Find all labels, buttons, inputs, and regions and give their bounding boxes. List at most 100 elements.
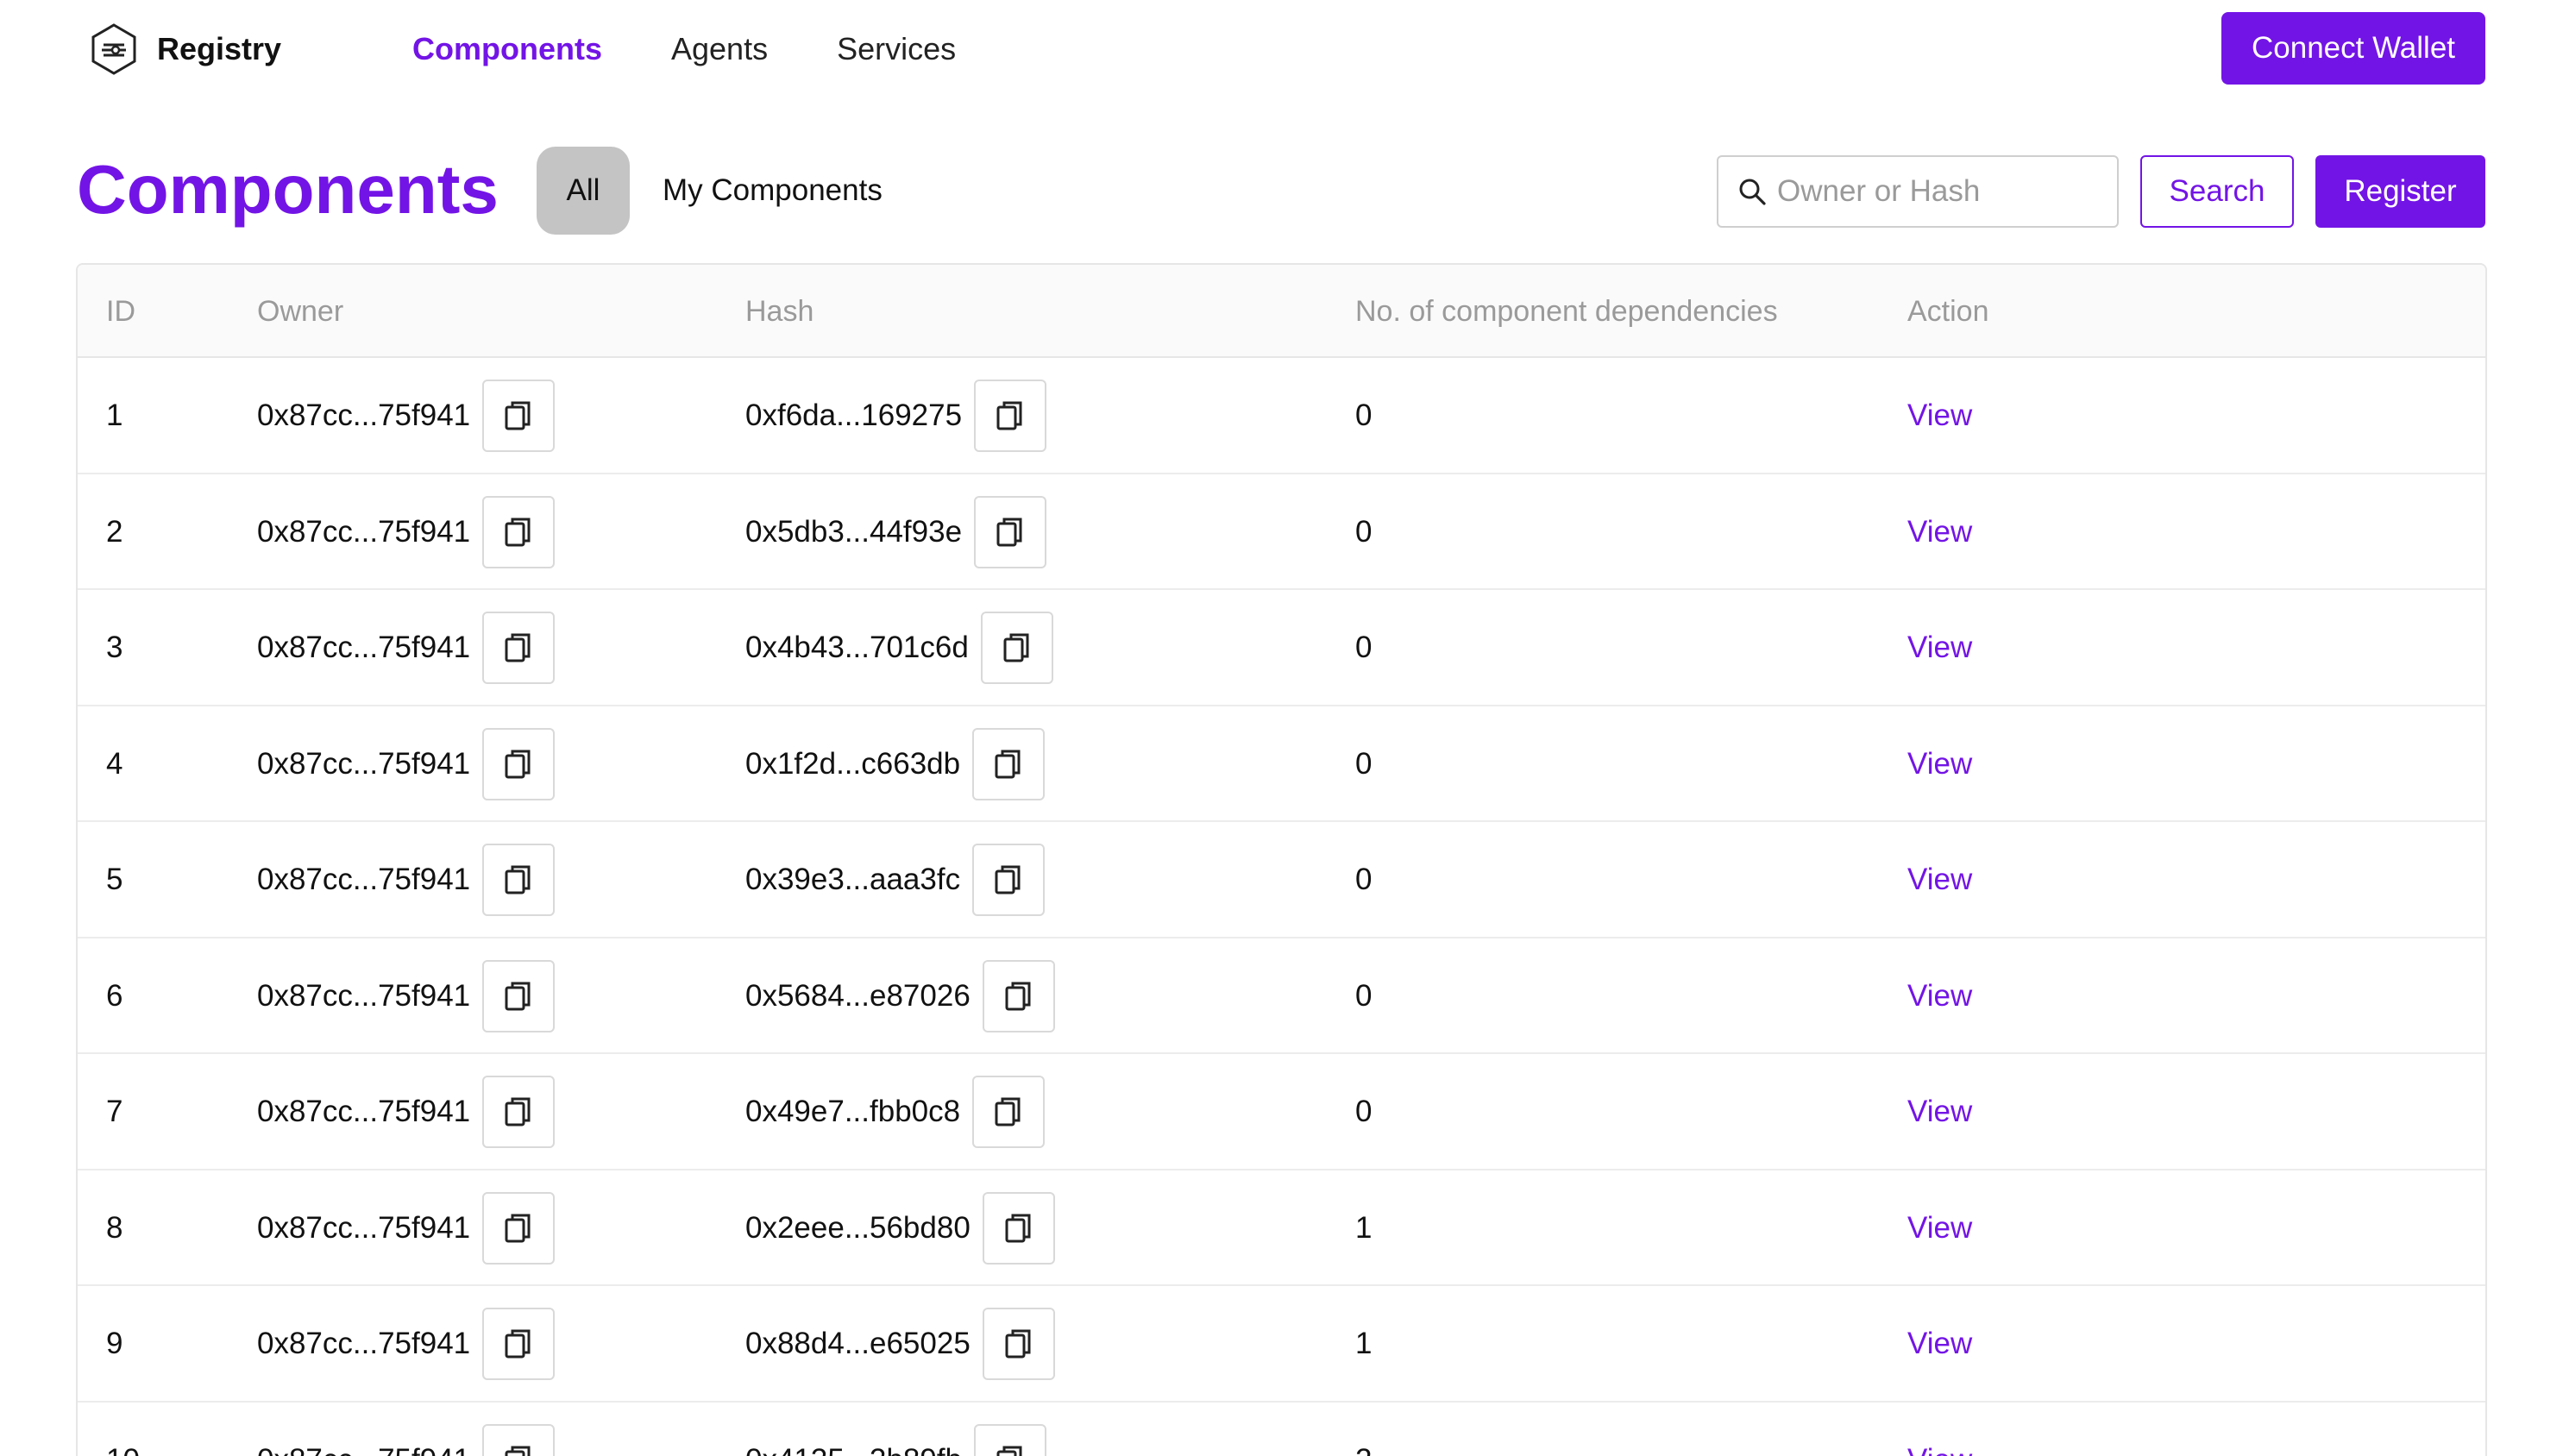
copy-owner-button[interactable] (482, 1076, 556, 1148)
cell-dependencies: 1 (1355, 1170, 1372, 1286)
brand[interactable]: Registry (86, 19, 281, 79)
component-hash: 0xf6da...169275 (745, 399, 963, 432)
cell-id: 3 (106, 590, 122, 706)
component-id: 9 (106, 1327, 123, 1360)
owner-address: 0x87cc...75f941 (257, 746, 471, 781)
dependency-count: 0 (1355, 863, 1373, 896)
view-link[interactable]: View (1907, 1095, 1972, 1129)
view-link[interactable]: View (1907, 1327, 1972, 1361)
copy-icon (503, 863, 534, 896)
cell-action: View (1907, 938, 1972, 1054)
tab-all[interactable]: All (537, 147, 630, 235)
tab-my-components[interactable]: My Components (663, 147, 883, 235)
copy-hash-button[interactable] (982, 1191, 1055, 1265)
cell-id: 10 (106, 1403, 140, 1456)
cell-action: View (1907, 1403, 1972, 1456)
cell-hash: 0x5684...e87026 (745, 938, 1055, 1054)
component-id: 3 (106, 631, 123, 664)
copy-owner-button[interactable] (482, 844, 556, 916)
owner-address: 0x87cc...75f941 (257, 978, 471, 1013)
cell-owner: 0x87cc...75f941 (257, 706, 556, 822)
view-link[interactable]: View (1907, 979, 1972, 1014)
table-header: ID Owner Hash No. of component dependenc… (78, 265, 2485, 358)
copy-hash-button[interactable] (972, 1076, 1046, 1148)
cell-owner: 0x87cc...75f941 (257, 1054, 556, 1170)
copy-owner-button[interactable] (482, 380, 556, 452)
copy-hash-button[interactable] (974, 1423, 1047, 1456)
cell-hash: 0x2eee...56bd80 (745, 1170, 1055, 1286)
copy-icon (503, 1444, 534, 1456)
owner-address: 0x87cc...75f941 (257, 863, 471, 896)
nav-agents[interactable]: Agents (671, 26, 768, 72)
owner-address: 0x87cc...75f941 (257, 1210, 471, 1245)
copy-icon (503, 980, 534, 1013)
component-id: 5 (106, 863, 123, 896)
table-body: 1 0x87cc...75f941 0xf6da...169275 0 View 2 0x8… (78, 358, 2485, 1456)
dependency-count: 0 (1355, 746, 1373, 781)
cell-dependencies: 0 (1355, 706, 1372, 822)
component-hash: 0x1f2d...c663db (745, 746, 961, 781)
table-row: 9 0x87cc...75f941 0x88d4...e65025 1 View (78, 1286, 2485, 1403)
registry-logo-icon (91, 23, 136, 75)
table-row: 10 0x87cc...75f941 0x4135...3b89fb 2 View (78, 1403, 2485, 1456)
copy-icon (993, 748, 1024, 781)
dependency-count: 1 (1355, 1210, 1373, 1245)
brand-name: Registry (157, 31, 282, 66)
components-table: ID Owner Hash No. of component dependenc… (76, 263, 2487, 1456)
copy-owner-button[interactable] (482, 727, 556, 800)
copy-icon (995, 399, 1026, 432)
copy-hash-button[interactable] (974, 495, 1047, 568)
cell-dependencies: 0 (1355, 938, 1372, 1054)
copy-icon (503, 631, 534, 664)
copy-icon (1003, 1327, 1034, 1360)
component-id: 1 (106, 399, 123, 432)
cell-hash: 0x4b43...701c6d (745, 590, 1053, 706)
copy-owner-button[interactable] (482, 1191, 556, 1265)
copy-hash-button[interactable] (972, 727, 1046, 800)
search-field[interactable] (1717, 155, 2119, 228)
view-link[interactable]: View (1907, 1211, 1972, 1246)
copy-icon (503, 1327, 534, 1360)
view-link[interactable]: View (1907, 747, 1972, 781)
copy-hash-button[interactable] (974, 380, 1047, 452)
owner-address: 0x87cc...75f941 (257, 1095, 471, 1128)
copy-hash-button[interactable] (972, 844, 1046, 916)
component-hash: 0x5684...e87026 (745, 978, 971, 1013)
column-header-id: ID (106, 295, 135, 328)
copy-owner-button[interactable] (482, 959, 556, 1032)
cell-id: 1 (106, 358, 122, 474)
copy-hash-button[interactable] (980, 612, 1053, 684)
page-title: Components (77, 151, 499, 228)
table-row: 8 0x87cc...75f941 0x2eee...56bd80 1 View (78, 1170, 2485, 1286)
view-link[interactable]: View (1907, 1443, 1972, 1456)
view-link[interactable]: View (1907, 515, 1972, 549)
copy-hash-button[interactable] (982, 1308, 1055, 1380)
nav-components[interactable]: Components (412, 26, 602, 72)
cell-action: View (1907, 822, 1972, 938)
column-header-action: Action (1907, 295, 1989, 328)
cell-action: View (1907, 358, 1972, 474)
register-button[interactable]: Register (2315, 155, 2485, 228)
connect-wallet-button[interactable]: Connect Wallet (2221, 12, 2485, 85)
table-row: 7 0x87cc...75f941 0x49e7...fbb0c8 0 View (78, 1054, 2485, 1170)
copy-owner-button[interactable] (482, 612, 556, 684)
copy-owner-button[interactable] (482, 1308, 556, 1380)
view-link[interactable]: View (1907, 863, 1972, 897)
dependency-count: 0 (1355, 399, 1373, 432)
copy-hash-button[interactable] (982, 959, 1055, 1032)
copy-owner-button[interactable] (482, 495, 556, 568)
cell-dependencies: 0 (1355, 590, 1372, 706)
column-header-owner: Owner (257, 295, 344, 328)
search-input[interactable] (1777, 174, 2105, 209)
table-row: 2 0x87cc...75f941 0x5db3...44f93e 0 View (78, 474, 2485, 590)
view-link[interactable]: View (1907, 631, 1972, 665)
view-link[interactable]: View (1907, 399, 1972, 433)
cell-hash: 0x5db3...44f93e (745, 474, 1047, 590)
cell-action: View (1907, 706, 1972, 822)
page: Registry Components Agents Services Conn… (0, 0, 2563, 1456)
nav-services[interactable]: Services (837, 26, 956, 72)
copy-owner-button[interactable] (482, 1423, 556, 1456)
owner-address: 0x87cc...75f941 (257, 514, 471, 549)
table-row: 5 0x87cc...75f941 0x39e3...aaa3fc 0 View (78, 822, 2485, 938)
search-button[interactable]: Search (2140, 155, 2294, 228)
